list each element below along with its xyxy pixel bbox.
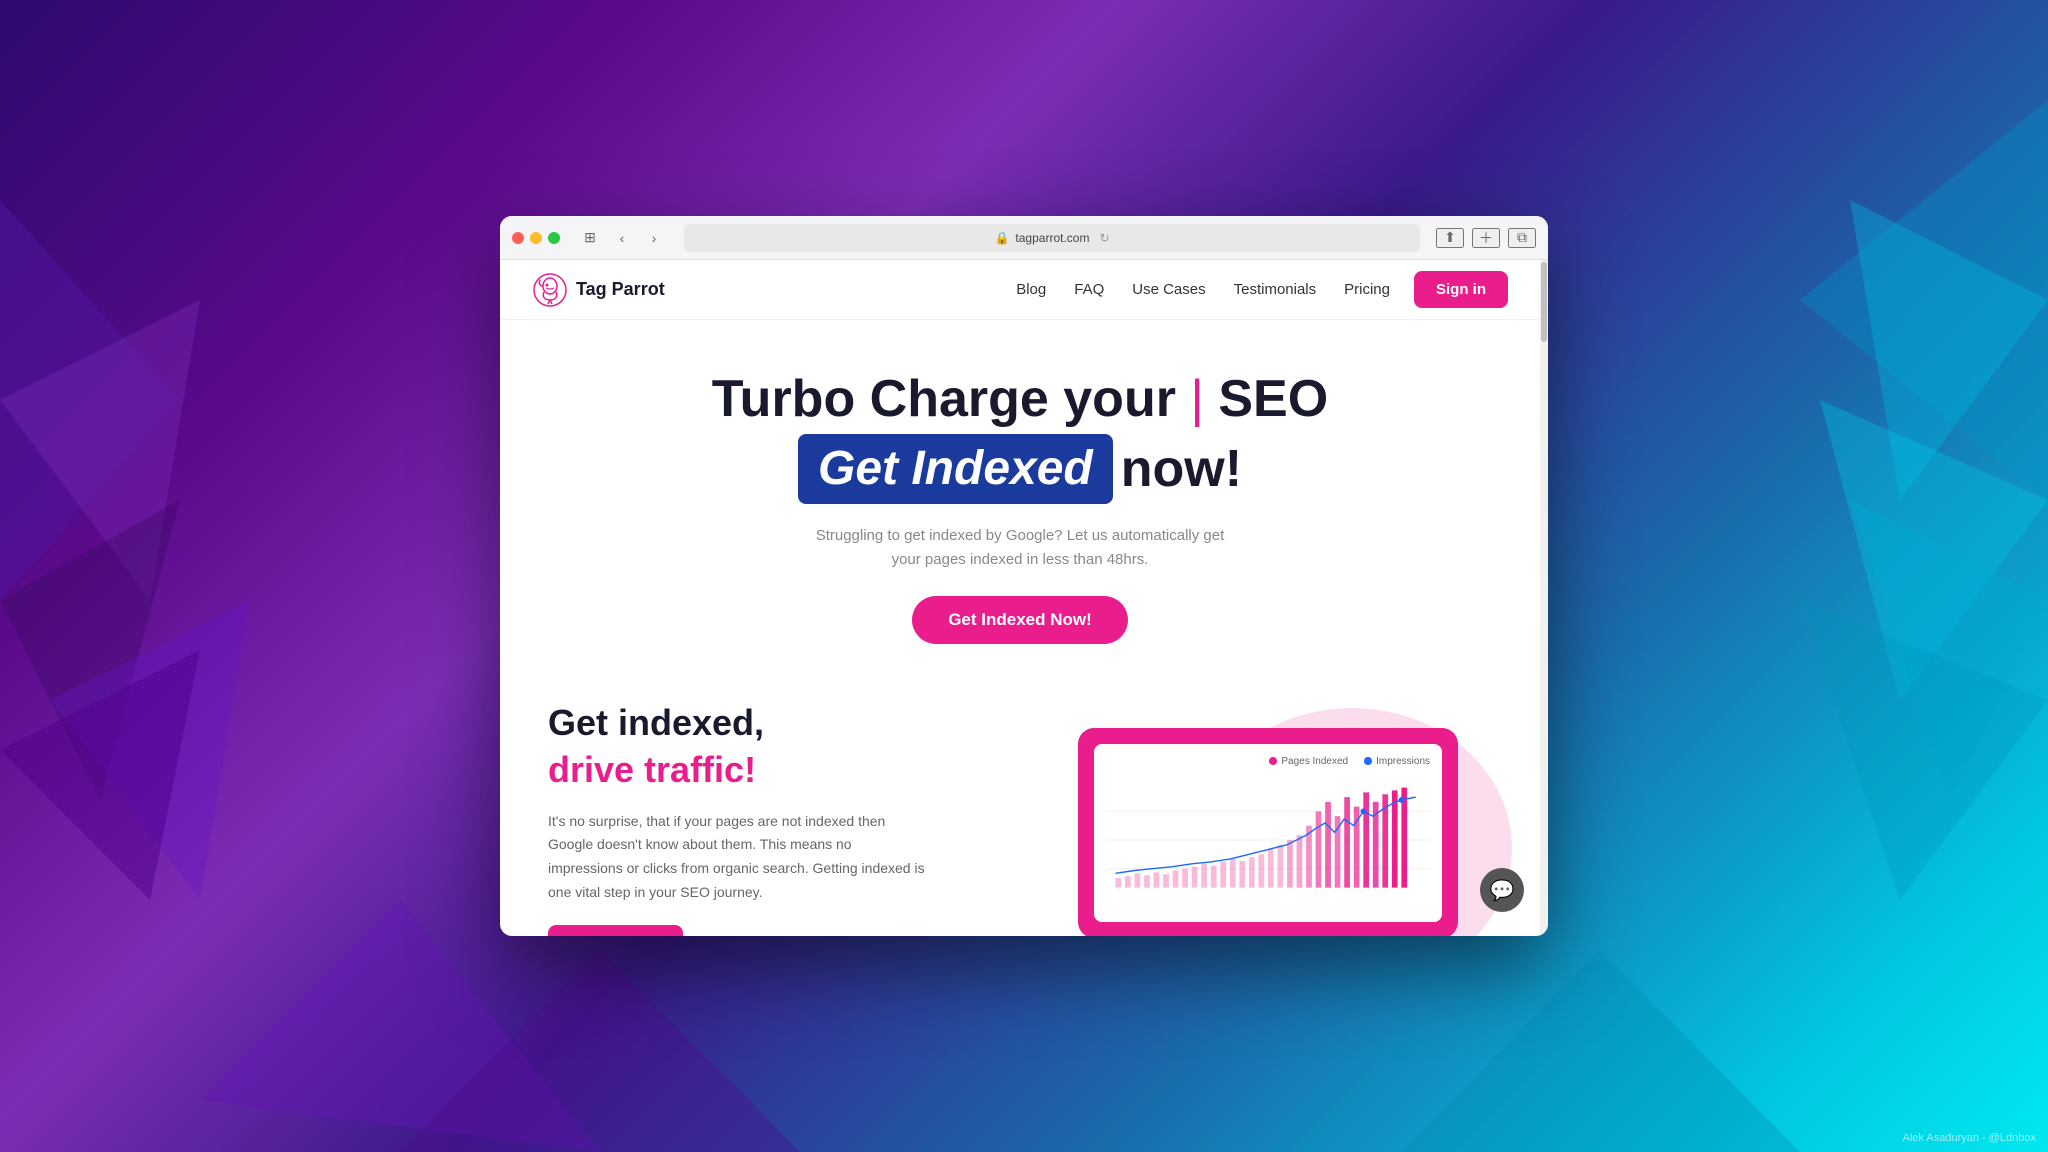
logo-icon xyxy=(532,272,568,308)
main-nav: Tag Parrot Blog FAQ Use Cases Testimonia… xyxy=(500,260,1540,320)
footer-credit: Alek Asaduryan - @Ldnbox xyxy=(1903,1132,2036,1144)
logo[interactable]: Tag Parrot xyxy=(532,272,665,308)
nav-use-cases[interactable]: Use Cases xyxy=(1132,281,1205,298)
sign-in-button[interactable]: Sign in xyxy=(1414,271,1508,308)
features-title: Get indexed, drive traffic! xyxy=(548,700,996,794)
hero-seo-text: SEO xyxy=(1218,370,1328,428)
scrollbar-thumb[interactable] xyxy=(1541,262,1547,342)
legend-dot-blue xyxy=(1364,757,1372,765)
website-content: Tag Parrot Blog FAQ Use Cases Testimonia… xyxy=(500,260,1548,936)
tabs-overview-button[interactable]: ⧉ xyxy=(1508,228,1536,248)
legend-impressions: Impressions xyxy=(1364,756,1430,767)
get-started-button[interactable]: Get started xyxy=(548,925,683,936)
chart-inner: Pages Indexed Impressions xyxy=(1094,744,1442,922)
browser-window: ⊞ ‹ › 🔒 tagparrot.com ↻ ⬆ ＋ ⧉ xyxy=(500,216,1548,936)
lock-icon: 🔒 xyxy=(994,231,1009,245)
minimize-button[interactable] xyxy=(530,232,542,244)
nav-faq[interactable]: FAQ xyxy=(1074,281,1104,298)
chart-card: Pages Indexed Impressions xyxy=(1078,728,1458,936)
titlebar-right-controls: ⬆ ＋ ⧉ xyxy=(1436,228,1536,248)
nav-blog[interactable]: Blog xyxy=(1016,281,1046,298)
nav-testimonials[interactable]: Testimonials xyxy=(1234,281,1317,298)
hero-subtitle-line1: Struggling to get indexed by Google? Let… xyxy=(816,527,1225,544)
legend-pages-indexed: Pages Indexed xyxy=(1269,756,1348,767)
cta-button[interactable]: Get Indexed Now! xyxy=(912,596,1128,644)
hero-subtitle-line2: your pages indexed in less than 48hrs. xyxy=(892,551,1149,568)
features-right: Pages Indexed Impressions xyxy=(1044,728,1492,936)
titlebar: ⊞ ‹ › 🔒 tagparrot.com ↻ ⬆ ＋ ⧉ xyxy=(500,216,1548,260)
maximize-button[interactable] xyxy=(548,232,560,244)
logo-text: Tag Parrot xyxy=(576,279,665,300)
nav-controls: ⊞ ‹ › xyxy=(576,228,668,248)
close-button[interactable] xyxy=(512,232,524,244)
nav-pricing[interactable]: Pricing xyxy=(1344,281,1390,298)
features-left: Get indexed, drive traffic! It's no surp… xyxy=(548,700,996,936)
back-button[interactable]: ‹ xyxy=(608,228,636,248)
features-section: Get indexed, drive traffic! It's no surp… xyxy=(500,676,1540,936)
legend-impressions-label: Impressions xyxy=(1376,756,1430,767)
features-title-line1: Get indexed, xyxy=(548,702,764,743)
nav-links: Blog FAQ Use Cases Testimonials Pricing xyxy=(1016,281,1390,298)
new-tab-button[interactable]: ＋ xyxy=(1472,228,1500,248)
legend-pages-label: Pages Indexed xyxy=(1281,756,1348,767)
hero-now-text: now! xyxy=(1121,438,1242,500)
hero-cursor: | xyxy=(1190,370,1204,428)
address-bar[interactable]: 🔒 tagparrot.com ↻ xyxy=(684,224,1420,252)
chart-svg xyxy=(1106,775,1430,905)
chat-button[interactable]: 💬 xyxy=(1480,868,1524,912)
chart-legend: Pages Indexed Impressions xyxy=(1106,756,1430,767)
sidebar-toggle-button[interactable]: ⊞ xyxy=(576,228,604,248)
hero-section: Turbo Charge your | SEO Get Indexed now!… xyxy=(500,320,1540,676)
hero-subtitle: Struggling to get indexed by Google? Let… xyxy=(532,524,1508,572)
scrollbar-track[interactable] xyxy=(1540,260,1548,936)
hero-title-line2: Get Indexed now! xyxy=(532,434,1508,504)
chat-icon: 💬 xyxy=(1490,878,1515,903)
traffic-lights xyxy=(512,232,560,244)
features-title-line2: drive traffic! xyxy=(548,749,756,790)
hero-title-prefix: Turbo Charge your xyxy=(712,370,1176,428)
refresh-icon: ↻ xyxy=(1099,231,1109,245)
forward-button[interactable]: › xyxy=(640,228,668,248)
hero-title-line1: Turbo Charge your | SEO xyxy=(532,368,1508,430)
legend-dot-pink xyxy=(1269,757,1277,765)
url-text: tagparrot.com xyxy=(1015,231,1089,245)
hero-title: Turbo Charge your | SEO Get Indexed now! xyxy=(532,368,1508,504)
features-description: It's no surprise, that if your pages are… xyxy=(548,810,928,905)
share-button[interactable]: ⬆ xyxy=(1436,228,1464,248)
get-indexed-badge: Get Indexed xyxy=(798,434,1113,504)
